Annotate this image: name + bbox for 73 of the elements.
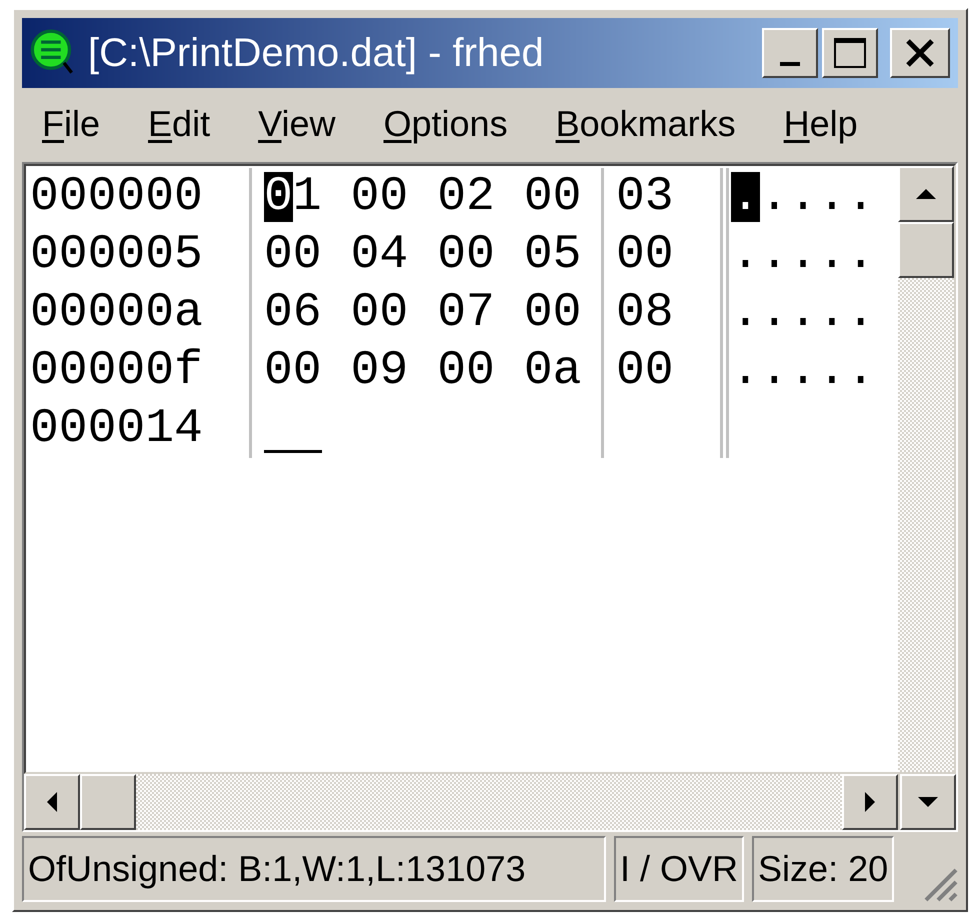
up-arrow-icon — [916, 189, 936, 199]
horizontal-scrollbar[interactable] — [24, 774, 898, 830]
hex-value: . — [731, 169, 760, 226]
menu-item[interactable]: View — [258, 97, 336, 151]
hex-value: 01 — [264, 169, 322, 226]
hex-value: 07 — [437, 285, 495, 342]
scroll-right-button[interactable] — [842, 774, 898, 830]
maximize-icon — [834, 38, 866, 68]
hex-value: . — [817, 169, 846, 226]
hex-value: 00 — [264, 343, 322, 400]
hex-value: . — [817, 227, 846, 284]
scroll-down-button[interactable] — [900, 774, 956, 830]
close-icon — [905, 38, 935, 68]
hex-value: . — [788, 285, 818, 342]
hex-value: . — [788, 227, 818, 284]
hex-value: . — [760, 343, 789, 400]
hex-value: 06 — [264, 285, 322, 342]
offset-text: 00000a — [30, 286, 203, 340]
scroll-thumb[interactable] — [898, 222, 954, 278]
hex-value: . — [846, 343, 876, 400]
hex-value: 00 — [524, 285, 582, 342]
menu-item[interactable]: Edit — [148, 97, 210, 151]
minimize-button[interactable] — [762, 28, 818, 78]
status-pane: I / OVR — [614, 836, 744, 902]
menu-item[interactable]: File — [42, 97, 100, 151]
hex-value: 0a — [524, 343, 582, 400]
hex-value: . — [788, 169, 818, 226]
scroll-thumb[interactable] — [80, 774, 136, 830]
hex-value: . — [846, 227, 876, 284]
maximize-button[interactable] — [822, 28, 878, 78]
offset-text: 000000 — [30, 170, 203, 224]
hex-value: 09 — [350, 343, 408, 400]
hex-value: 00 — [524, 169, 582, 226]
window-title: [C:\PrintDemo.dat] - frhed — [88, 30, 544, 77]
offset-text: 00000f — [30, 344, 203, 398]
hex-value: . — [846, 169, 876, 226]
menu-item[interactable]: Help — [784, 97, 858, 151]
hex-value: . — [760, 227, 789, 284]
offset-text: 000014 — [30, 402, 203, 456]
down-arrow-icon — [918, 797, 938, 807]
close-button[interactable] — [890, 28, 950, 78]
hex-value: 05 — [524, 227, 582, 284]
hex-value: 00 — [350, 169, 408, 226]
menu-item[interactable]: Bookmarks — [556, 97, 736, 151]
hex-value: 00 — [616, 343, 674, 400]
hex-value: 00 — [616, 227, 674, 284]
hex-value: 02 — [437, 169, 495, 226]
minimize-icon — [780, 62, 800, 66]
hex-value: . — [760, 285, 789, 342]
hex-value: 03 — [616, 169, 674, 226]
scroll-left-button[interactable] — [24, 774, 80, 830]
hex-value: 00 — [350, 285, 408, 342]
offset-text: 000005 — [30, 228, 203, 282]
scroll-up-button[interactable] — [898, 166, 954, 222]
hex-value: . — [817, 285, 846, 342]
left-arrow-icon — [47, 792, 57, 812]
menu-item[interactable]: Options — [383, 97, 508, 151]
hex-value: . — [760, 169, 789, 226]
hex-value: . — [731, 227, 760, 284]
right-arrow-icon — [865, 792, 875, 812]
vertical-scrollbar[interactable] — [898, 166, 954, 772]
hex-value: 08 — [616, 285, 674, 342]
hex-value: 00 — [437, 343, 495, 400]
hex-value: . — [846, 285, 876, 342]
hex-value: . — [731, 343, 760, 400]
status-pane: Size: 20 — [752, 836, 894, 902]
hex-value: 00 — [437, 227, 495, 284]
hex-value: 04 — [350, 227, 408, 284]
hex-value: . — [731, 285, 760, 342]
status-pane: OfUnsigned: B:1,W:1,L:131073 — [22, 836, 606, 902]
hex-value: . — [817, 343, 846, 400]
hex-value: 00 — [264, 227, 322, 284]
hex-value: . — [788, 343, 818, 400]
